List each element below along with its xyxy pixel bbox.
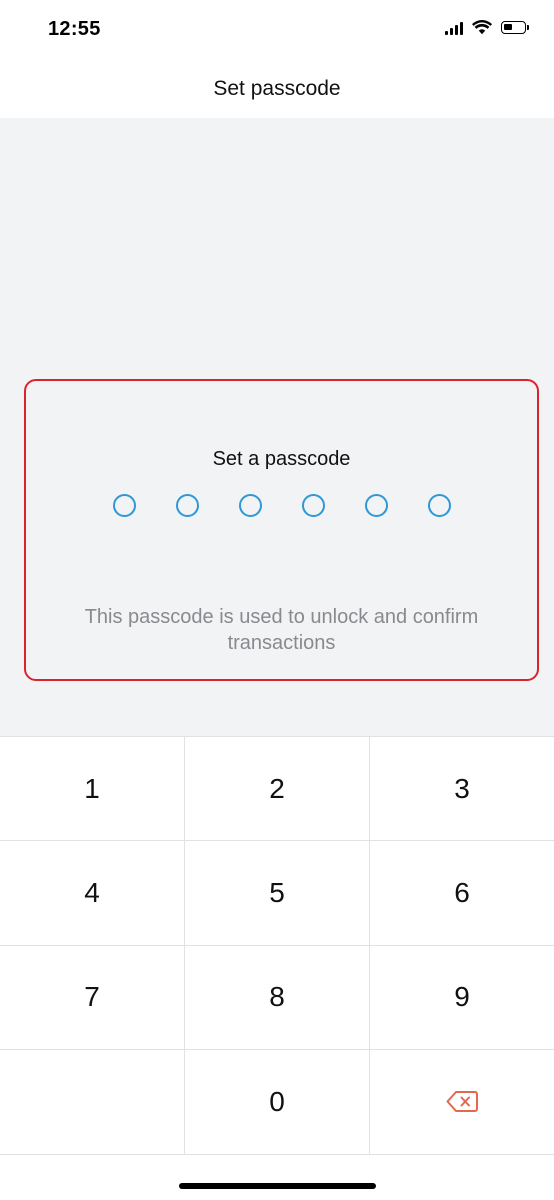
passcode-dots	[26, 494, 537, 517]
status-bar: 12:55	[0, 0, 554, 60]
backspace-button[interactable]	[370, 1050, 554, 1154]
key-1[interactable]: 1	[0, 737, 185, 841]
nav-header: Set passcode	[0, 60, 554, 118]
passcode-card: Set a passcode This passcode is used to …	[24, 379, 539, 681]
passcode-dot	[175, 494, 199, 517]
passcode-dot	[427, 494, 451, 517]
content-area: Set a passcode This passcode is used to …	[0, 118, 554, 736]
wifi-icon	[472, 20, 492, 35]
passcode-dot	[238, 494, 262, 517]
passcode-dot	[112, 494, 136, 517]
home-bar	[0, 1154, 554, 1200]
status-icons	[445, 20, 529, 35]
key-0[interactable]: 0	[185, 1049, 370, 1154]
key-9[interactable]: 9	[370, 946, 554, 1049]
passcode-hint: This passcode is used to unlock and conf…	[84, 606, 479, 654]
keypad-row: 4 5 6	[0, 841, 554, 946]
key-6[interactable]: 6	[370, 841, 554, 944]
key-2[interactable]: 2	[185, 737, 370, 841]
key-4[interactable]: 4	[0, 841, 185, 945]
battery-icon	[501, 21, 529, 34]
keypad-row: 1 2 3	[0, 737, 554, 842]
numeric-keypad: 1 2 3 4 5 6 7 8 9 0	[0, 736, 554, 1154]
passcode-dot	[364, 494, 388, 517]
keypad-row: 7 8 9	[0, 945, 554, 1050]
key-7[interactable]: 7	[0, 945, 185, 1049]
status-time: 12:55	[48, 18, 101, 40]
passcode-title: Set a passcode	[212, 448, 351, 470]
signal-icon	[445, 21, 463, 35]
home-indicator[interactable]	[179, 1183, 376, 1189]
key-5[interactable]: 5	[185, 841, 370, 945]
passcode-dot	[301, 494, 325, 517]
key-empty	[0, 1049, 185, 1154]
page-title: Set passcode	[213, 77, 341, 100]
keypad-row: 0	[0, 1049, 554, 1154]
key-3[interactable]: 3	[370, 737, 554, 840]
backspace-icon	[446, 1091, 478, 1113]
key-8[interactable]: 8	[185, 945, 370, 1049]
